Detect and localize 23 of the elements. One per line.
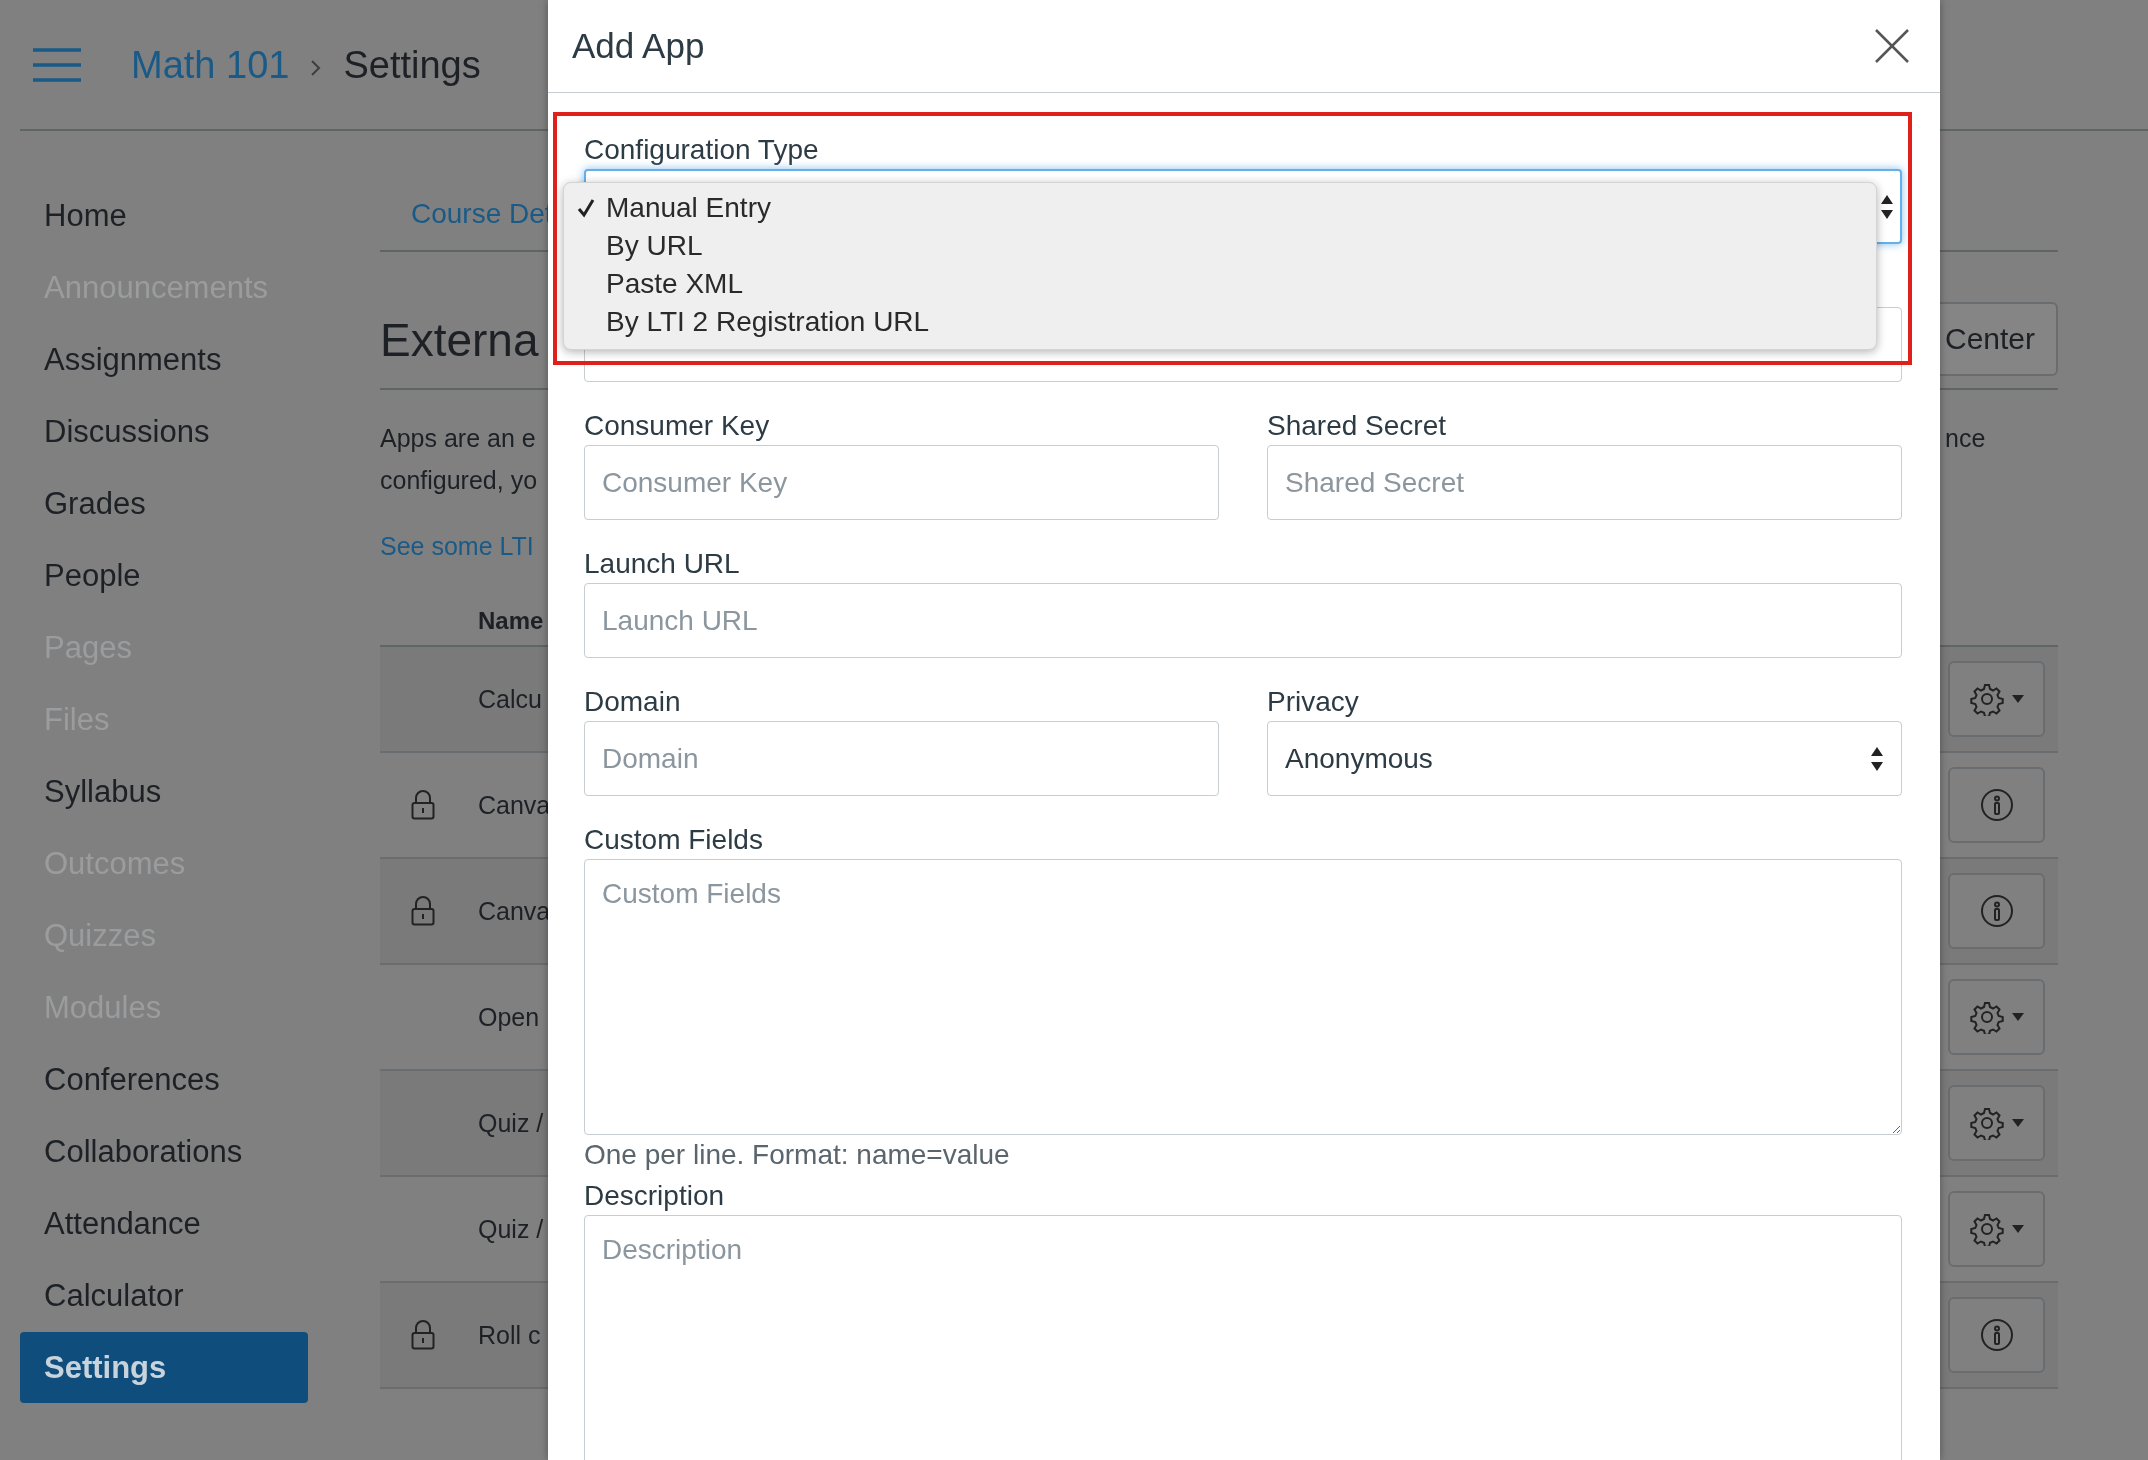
table-cell: Quiz / (478, 1108, 544, 1138)
intro-text: nce (1944, 423, 1987, 454)
table-cell: Open (478, 1002, 540, 1032)
table-cell: Canva (478, 790, 551, 820)
field-label: Privacy (1267, 685, 1360, 719)
intro-text: configured, yo (380, 466, 538, 494)
field-label: Custom Fields (584, 823, 764, 857)
table-cell: Calcu (478, 684, 542, 714)
column-header: Name (477, 607, 545, 635)
page-heading: Externa (380, 313, 540, 368)
breadcrumb-current: Settings (343, 42, 481, 88)
field-label: Description (584, 1179, 726, 1213)
table-cell: Quiz / (478, 1214, 544, 1244)
field-label: Launch URL (584, 547, 741, 581)
field-label: Domain (584, 685, 682, 719)
field-label: Consumer Key (584, 409, 771, 443)
field-label: Configuration Type (584, 133, 820, 167)
intro-text: Apps are an e (380, 424, 536, 452)
dialog-title: Add App (572, 26, 705, 66)
help-text: One per line. Format: name=value (584, 1138, 1011, 1172)
field-label: Shared Secret (1267, 409, 1447, 443)
table-cell: Canva (478, 896, 551, 926)
table-cell: Roll c (478, 1320, 541, 1350)
